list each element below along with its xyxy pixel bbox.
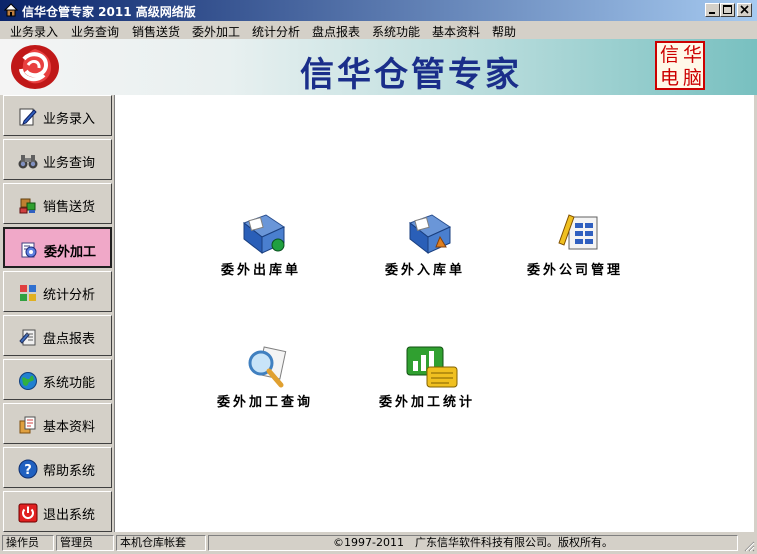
tile-outbound-order[interactable]: 委外出库单 bbox=[215, 213, 315, 283]
maximize-icon bbox=[723, 5, 732, 14]
sidebar-item-label: 基本资料 bbox=[43, 420, 96, 435]
outbound-form-icon bbox=[242, 214, 286, 255]
close-icon bbox=[740, 5, 749, 14]
sidebar-item-business-entry[interactable]: 业务录入 bbox=[3, 95, 112, 136]
sidebar-item-label: 盘点报表 bbox=[43, 332, 96, 347]
sidebar-item-label: 业务录入 bbox=[43, 112, 96, 127]
menu-item-business-query[interactable]: 业务查询 bbox=[71, 23, 119, 40]
close-button[interactable] bbox=[737, 3, 752, 17]
tile-inbound-order[interactable]: 委外入库单 bbox=[381, 213, 481, 283]
report-icon bbox=[19, 329, 36, 346]
sidebar: 业务录入 业务查询 销售送货 委外加工 统计分析 盘点报表 系统功能 基本资料 … bbox=[0, 95, 114, 532]
inbound-form-icon bbox=[408, 214, 452, 255]
stamp-char-2: 华 bbox=[682, 44, 702, 66]
app-home-icon bbox=[4, 3, 18, 17]
company-stamp: 信 华 电 脑 bbox=[655, 41, 705, 90]
window-title: 信华仓管专家 2011 高级网络版 bbox=[22, 5, 196, 19]
tile-processing-statistics[interactable]: 委外加工统计 bbox=[377, 345, 492, 415]
sidebar-item-label: 帮助系统 bbox=[43, 464, 96, 479]
minimize-button[interactable] bbox=[705, 3, 720, 17]
company-logo-icon bbox=[11, 45, 59, 89]
menu-item-inventory-report[interactable]: 盘点报表 bbox=[312, 23, 360, 40]
stamp-char-3: 电 bbox=[659, 67, 679, 89]
status-bar: 操作员 管理员 本机仓库帐套 ©1997-2011 广东信华软件科技有限公司。版… bbox=[0, 533, 757, 554]
tile-label: 委外公司管理 bbox=[527, 263, 624, 278]
power-icon bbox=[18, 503, 38, 523]
binoculars-icon bbox=[18, 155, 38, 169]
documents-icon bbox=[19, 416, 36, 434]
minimize-icon bbox=[709, 12, 715, 14]
maximize-button[interactable] bbox=[720, 3, 735, 17]
sidebar-item-label: 系统功能 bbox=[43, 376, 96, 391]
sidebar-item-help[interactable]: ? 帮助系统 bbox=[3, 447, 112, 488]
company-manage-icon bbox=[558, 214, 598, 250]
banner-title: 信华仓管专家 bbox=[300, 55, 522, 95]
resize-grip-icon[interactable] bbox=[743, 540, 755, 552]
sidebar-item-system[interactable]: 系统功能 bbox=[3, 359, 112, 400]
gear-process-icon bbox=[21, 242, 37, 258]
stamp-char-1: 信 bbox=[659, 44, 679, 66]
menu-item-help[interactable]: 帮助 bbox=[492, 23, 516, 40]
sidebar-item-label: 委外加工 bbox=[44, 245, 97, 260]
title-bar: 信华仓管专家 2011 高级网络版 bbox=[0, 0, 757, 21]
sidebar-item-label: 退出系统 bbox=[43, 508, 96, 523]
sidebar-item-exit[interactable]: 退出系统 bbox=[3, 491, 112, 532]
tile-label: 委外出库单 bbox=[221, 263, 302, 278]
status-operator-label: 操作员 bbox=[2, 535, 54, 551]
help-icon: ? bbox=[18, 459, 38, 479]
menu-item-business-entry[interactable]: 业务录入 bbox=[10, 23, 58, 40]
menu-item-outsourcing[interactable]: 委外加工 bbox=[192, 23, 240, 40]
pencil-note-icon bbox=[19, 108, 37, 126]
globe-icon bbox=[19, 372, 37, 390]
tile-label: 委外加工统计 bbox=[379, 395, 476, 410]
menu-item-system[interactable]: 系统功能 bbox=[372, 23, 420, 40]
sidebar-item-sales-delivery[interactable]: 销售送货 bbox=[3, 183, 112, 224]
sidebar-item-outsourcing[interactable]: 委外加工 bbox=[3, 227, 112, 268]
menu-item-statistics[interactable]: 统计分析 bbox=[252, 23, 300, 40]
sidebar-item-label: 销售送货 bbox=[43, 200, 96, 215]
tile-label: 委外入库单 bbox=[385, 263, 466, 278]
stamp-char-4: 脑 bbox=[682, 67, 702, 89]
banner: 信华仓管专家 信 华 电 脑 bbox=[0, 39, 757, 95]
tile-processing-query[interactable]: 委外加工查询 bbox=[211, 345, 321, 415]
sidebar-item-business-query[interactable]: 业务查询 bbox=[3, 139, 112, 180]
status-account: 本机仓库帐套 bbox=[116, 535, 206, 551]
main-panel: 委外出库单 委外入库单 委外公司管理 委外加工查询 委外加工统计 bbox=[114, 95, 754, 532]
sidebar-item-statistics[interactable]: 统计分析 bbox=[3, 271, 112, 312]
menu-bar: 业务录入 业务查询 销售送货 委外加工 统计分析 盘点报表 系统功能 基本资料 … bbox=[0, 21, 757, 39]
svg-text:?: ? bbox=[24, 463, 32, 478]
sidebar-item-label: 统计分析 bbox=[43, 288, 96, 303]
chart-stats-icon bbox=[406, 346, 458, 388]
menu-item-sales-delivery[interactable]: 销售送货 bbox=[132, 23, 180, 40]
tile-label: 委外加工查询 bbox=[217, 395, 314, 410]
stats-grid-icon bbox=[20, 285, 36, 301]
sidebar-item-basic-data[interactable]: 基本资料 bbox=[3, 403, 112, 444]
sidebar-item-inventory-report[interactable]: 盘点报表 bbox=[3, 315, 112, 356]
status-copyright: ©1997-2011 广东信华软件科技有限公司。版权所有。 bbox=[208, 535, 738, 551]
goods-truck-icon bbox=[19, 198, 36, 214]
magnifier-query-icon bbox=[248, 346, 287, 388]
sidebar-item-label: 业务查询 bbox=[43, 156, 96, 171]
tile-company-management[interactable]: 委外公司管理 bbox=[525, 213, 635, 283]
menu-item-basic-data[interactable]: 基本资料 bbox=[432, 23, 480, 40]
status-operator: 管理员 bbox=[56, 535, 114, 551]
